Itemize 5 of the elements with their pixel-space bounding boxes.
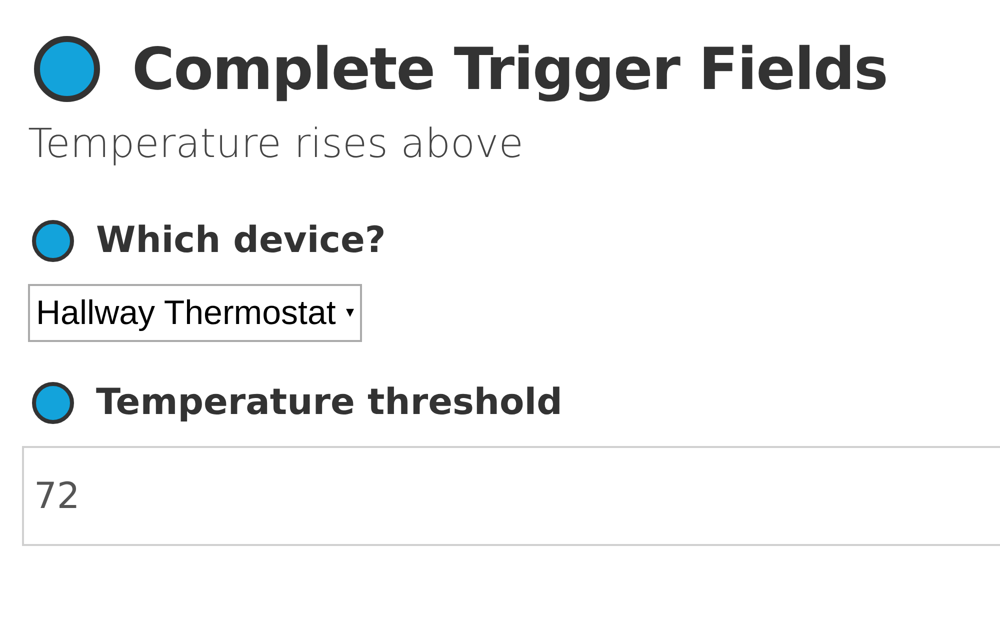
field-label: Which device? [96,223,386,259]
threshold-input[interactable]: 72 [22,446,1000,546]
trigger-description: Temperature rises above [28,124,524,164]
device-dropdown[interactable]: Hallway Thermostat ▾ [28,284,362,342]
field-label: Temperature threshold [96,385,562,421]
